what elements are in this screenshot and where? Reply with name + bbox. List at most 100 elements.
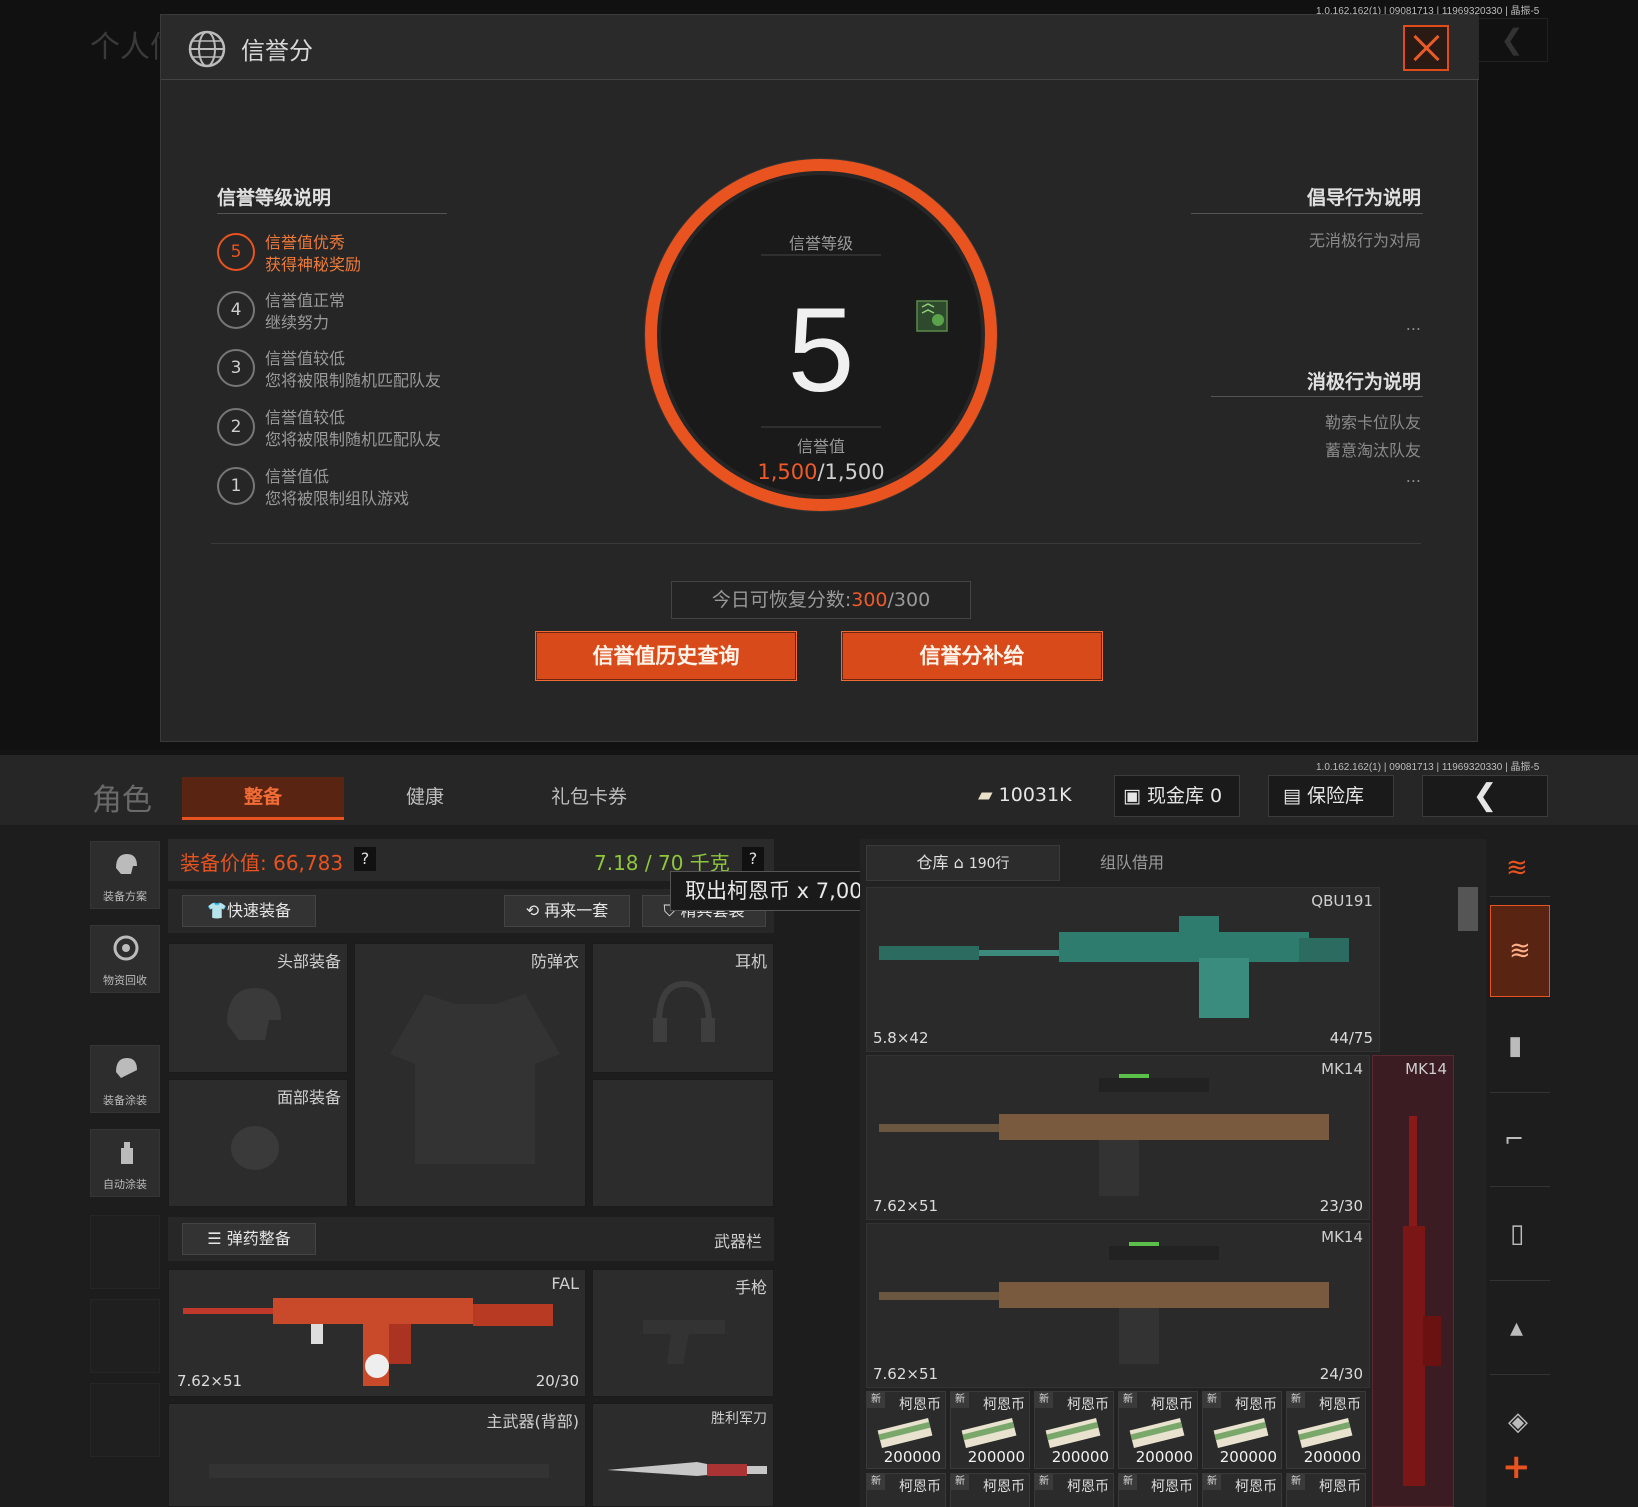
head-slot[interactable]: 头部装备 xyxy=(168,943,348,1073)
coin-name: 柯恩币 xyxy=(983,1397,1025,1413)
coin-name: 柯恩币 xyxy=(1151,1479,1193,1495)
equip-plan-button[interactable]: 装备方案 xyxy=(90,841,160,909)
recycle-button[interactable]: 物资回收 xyxy=(90,925,160,993)
coin-cell[interactable]: 新柯恩币 xyxy=(1118,1473,1198,1507)
level-badge: 5 xyxy=(217,233,255,271)
primary-weapon-slot[interactable]: FAL 7.62×51 20/30 xyxy=(168,1269,586,1397)
coin-cell[interactable]: 新柯恩币 200000 xyxy=(866,1391,946,1469)
currency-display: ▰ 10031K xyxy=(964,775,1088,817)
team-borrow-tab[interactable]: 组队借用 xyxy=(1062,845,1202,881)
equip-plan-label: 装备方案 xyxy=(103,890,147,903)
background-back-button: ❮ xyxy=(1476,18,1548,62)
empty-slot xyxy=(90,1299,160,1373)
knife-slot[interactable]: 胜利军刀 xyxy=(592,1403,774,1507)
filter-armor-button[interactable]: ▮ xyxy=(1490,1001,1550,1093)
coin-cell[interactable]: 新柯恩币 200000 xyxy=(950,1391,1030,1469)
level-section-title: 信誉等级说明 xyxy=(217,187,332,209)
dialog-header: 信誉分 xyxy=(161,15,1479,80)
equip-paint-label: 装备涂装 xyxy=(103,1094,147,1107)
slot-label: 胜利军刀 xyxy=(711,1411,767,1427)
coin-cell[interactable]: 新柯恩币 200000 xyxy=(1202,1391,1282,1469)
magazine-icon: ▯ xyxy=(1510,1219,1525,1249)
pistol-slot[interactable]: 手枪 xyxy=(592,1269,774,1397)
auto-paint-label: 自动涂装 xyxy=(103,1178,147,1191)
storage-rows: 190行 xyxy=(968,856,1010,872)
filter-magazine-button[interactable]: ▯ xyxy=(1490,1189,1550,1281)
mk14-rifle-icon xyxy=(879,1242,1329,1364)
coin-cell[interactable]: 新柯恩币 xyxy=(866,1473,946,1507)
score-value: 1,500/1,500 xyxy=(757,460,884,484)
recycle-icon xyxy=(113,935,139,961)
level-title: 信誉值较低 xyxy=(265,408,346,427)
back-button[interactable]: ❮ xyxy=(1422,775,1548,817)
face-slot[interactable]: 面部装备 xyxy=(168,1079,348,1207)
safe-vault-button[interactable]: ▤ 保险库 xyxy=(1268,775,1394,817)
currency-amount: 10031K xyxy=(998,784,1072,806)
coin-name: 柯恩币 xyxy=(1235,1397,1277,1413)
credit-screen: 1.0.162.162(1) | 09081713 | 11969320330 … xyxy=(0,0,1638,750)
quick-equip-button[interactable]: 👕快速装备 xyxy=(182,895,316,927)
tab-gift-cards[interactable]: 礼包卡券 xyxy=(508,777,670,817)
storage-item-vertical[interactable]: MK14 xyxy=(1372,1055,1454,1507)
scrollbar-thumb[interactable] xyxy=(1458,887,1478,931)
divider xyxy=(217,213,447,214)
banknote-stack-icon xyxy=(961,1417,1017,1448)
auto-paint-button[interactable]: 自动涂装 xyxy=(90,1129,160,1197)
ammo-icon: ☰ xyxy=(207,1229,227,1248)
accessory-icon: ◈ xyxy=(1508,1407,1528,1437)
add-button[interactable]: + xyxy=(1502,1447,1531,1487)
help-icon[interactable]: ? xyxy=(354,847,376,871)
storage-tab[interactable]: 仓库 ⌂ 190行 xyxy=(866,845,1060,881)
tab-health[interactable]: 健康 xyxy=(344,777,506,817)
filter-all-button[interactable]: ≋ xyxy=(1490,905,1550,997)
new-badge: 新 xyxy=(1203,1474,1221,1490)
equip-paint-button[interactable]: 装备涂装 xyxy=(90,1045,160,1113)
mk14-rifle-icon xyxy=(879,1074,1329,1196)
coin-name: 柯恩币 xyxy=(1151,1397,1193,1413)
ammo-prepare-button[interactable]: ☰ 弹药整备 xyxy=(182,1223,316,1255)
item-name: MK14 xyxy=(1405,1060,1447,1078)
storage-tab-label: 仓库 xyxy=(916,853,949,872)
coin-name: 柯恩币 xyxy=(983,1479,1025,1495)
storage-item[interactable]: MK14 7.62×51 24/30 xyxy=(866,1223,1370,1388)
sort-button[interactable]: ≋ xyxy=(1490,841,1550,897)
back-weapon-slot[interactable]: 主武器(背部) xyxy=(168,1403,586,1507)
negative-section-title: 消极行为说明 xyxy=(1306,371,1421,393)
new-badge: 新 xyxy=(1119,1474,1137,1490)
refresh-icon: ⟲ xyxy=(525,901,545,920)
coin-cell[interactable]: 新柯恩币 200000 xyxy=(1034,1391,1114,1469)
filter-ammo-button[interactable]: ▴ xyxy=(1490,1283,1550,1375)
coin-cell[interactable]: 新柯恩币 xyxy=(1034,1473,1114,1507)
coin-cell[interactable]: 新柯恩币 xyxy=(1286,1473,1366,1507)
credit-dialog: 信誉分 信誉等级说明 5 信誉值优秀 获得神秘奖励 4 信誉值正常 继续努力 3… xyxy=(160,14,1479,742)
filter-weapon-button[interactable]: ⌐ xyxy=(1490,1095,1550,1187)
divider xyxy=(211,543,1421,544)
coin-cell[interactable]: 新柯恩币 xyxy=(950,1473,1030,1507)
currency-icon: ▰ xyxy=(978,784,993,806)
vest-slot[interactable]: 防弹衣 xyxy=(354,943,586,1207)
level-badge: 4 xyxy=(217,291,255,329)
coin-cell[interactable]: 新柯恩币 200000 xyxy=(1118,1391,1198,1469)
again-set-button[interactable]: ⟲ 再来一套 xyxy=(504,895,630,927)
item-caliber: 7.62×51 xyxy=(873,1197,939,1215)
storage-item[interactable]: QBU191 5.8×42 44/75 xyxy=(866,887,1380,1052)
level-desc: 您将被限制组队游戏 xyxy=(265,489,410,508)
history-query-button[interactable]: 信誉值历史查询 xyxy=(535,631,797,681)
coin-value: 200000 xyxy=(1051,1448,1109,1466)
new-badge: 新 xyxy=(867,1392,885,1408)
weapon-caliber: 7.62×51 xyxy=(177,1372,243,1390)
coin-cell[interactable]: 新柯恩币 200000 xyxy=(1286,1391,1366,1469)
help-icon[interactable]: ? xyxy=(742,847,764,871)
banknote-stack-icon xyxy=(1129,1417,1185,1448)
coin-name: 柯恩币 xyxy=(1067,1397,1109,1413)
home-icon: ⌂ xyxy=(953,853,964,872)
cash-vault-button[interactable]: ▣ 现金库 0 xyxy=(1114,775,1240,817)
coin-cell[interactable]: 新柯恩币 xyxy=(1202,1473,1282,1507)
close-button[interactable] xyxy=(1403,25,1449,71)
new-badge: 新 xyxy=(951,1392,969,1408)
tab-prepare[interactable]: 整备 xyxy=(182,777,344,820)
headset-slot[interactable]: 耳机 xyxy=(592,943,774,1073)
storage-item[interactable]: MK14 7.62×51 23/30 xyxy=(866,1055,1370,1220)
credit-level-ring: 信誉等级 5 信誉值 1,500/1,500 xyxy=(644,158,998,512)
score-supply-button[interactable]: 信誉分补给 xyxy=(841,631,1103,681)
